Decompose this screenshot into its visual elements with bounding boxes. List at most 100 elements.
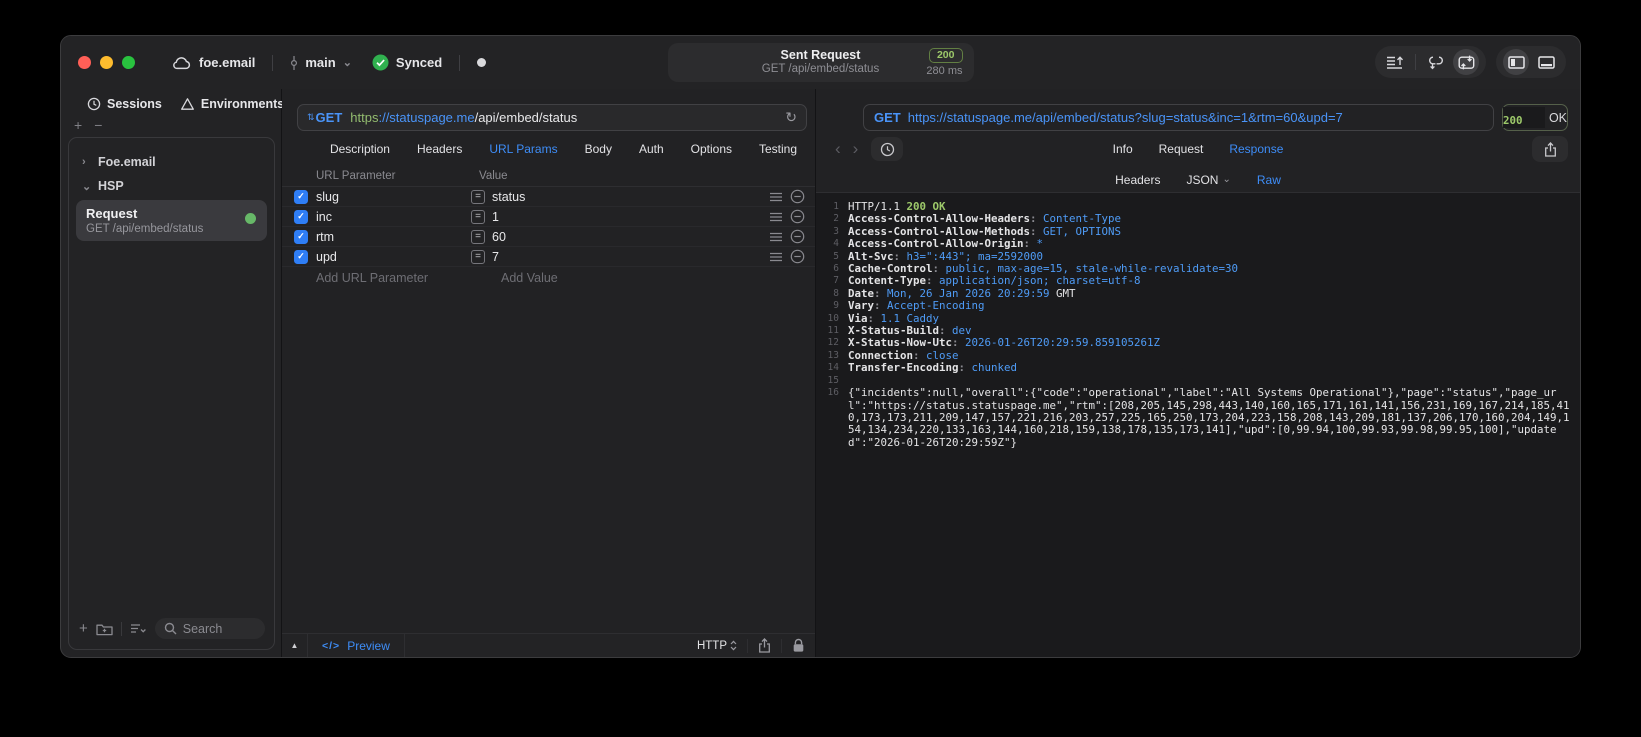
status-badge: 200 — [928, 48, 963, 63]
param-value-input[interactable]: 1 — [485, 210, 770, 224]
url-scheme: https — [350, 110, 379, 125]
drag-handle-icon[interactable] — [770, 192, 782, 202]
param-value-input[interactable]: status — [485, 190, 770, 204]
search-input[interactable]: Search — [154, 618, 265, 639]
unsaved-indicator-dot — [477, 58, 487, 67]
request-url-bar[interactable]: ⇅ GET https://statuspage.me/api/embed/st… — [297, 104, 807, 131]
request-editor-pane: ⇅ GET https://statuspage.me/api/embed/st… — [282, 89, 816, 657]
project-name[interactable]: foe.email — [199, 55, 255, 70]
equals-icon: = — [471, 189, 485, 204]
history-button[interactable] — [871, 137, 904, 161]
branch-name[interactable]: main — [305, 55, 335, 70]
line-number: 5 — [833, 250, 839, 262]
response-subtab-raw[interactable]: Raw — [1257, 173, 1281, 187]
sync-status[interactable]: Synced — [396, 55, 442, 70]
request-list-item-selected[interactable]: Request GET /api/embed/status — [76, 200, 267, 241]
response-body[interactable]: 1 HTTP/1.1 200 OK 2 Access-Control-Allow-He… — [816, 193, 1580, 657]
remove-param-icon[interactable] — [790, 229, 805, 244]
param-name-input[interactable]: upd — [308, 250, 471, 264]
request-footer: ▲ </> Preview HTTP — [282, 633, 815, 657]
param-checkbox[interactable]: ✓ — [294, 249, 308, 264]
tab-environments-label: Environments — [200, 97, 285, 111]
add-param-name-placeholder[interactable]: Add URL Parameter — [316, 271, 501, 285]
response-status-text: OK — [1548, 110, 1567, 125]
project-cluster: foe.email main ⌄ Synced — [171, 54, 487, 71]
toggle-left-panel-button[interactable] — [1503, 49, 1529, 75]
traffic-lights — [78, 56, 135, 69]
param-checkbox[interactable]: ✓ — [294, 189, 308, 204]
remove-param-icon[interactable] — [790, 209, 805, 224]
protocol-label: HTTP — [696, 639, 727, 652]
sort-options-button[interactable] — [130, 623, 147, 635]
share-request-button[interactable] — [748, 638, 781, 653]
param-value-input[interactable]: 7 — [485, 250, 770, 264]
response-url-box[interactable]: GET https://statuspage.me/api/embed/stat… — [863, 104, 1494, 131]
chevron-down-icon[interactable]: ⌄ — [343, 56, 352, 69]
share-response-button[interactable] — [1532, 136, 1568, 162]
param-name-input[interactable]: slug — [308, 190, 471, 204]
line-number: 15 — [827, 374, 839, 386]
share-icon — [1544, 141, 1556, 157]
request-tab-testing[interactable]: Testing — [759, 142, 797, 156]
collapse-panel-button[interactable]: ▲ — [282, 634, 308, 657]
add-param-row[interactable]: Add URL Parameter Add Value — [282, 267, 815, 288]
refresh-icon[interactable]: ↻ — [785, 109, 797, 126]
toolbar-right — [1375, 46, 1566, 78]
drag-handle-icon[interactable] — [770, 232, 782, 242]
minimize-window-button[interactable] — [100, 56, 113, 69]
tab-environments[interactable]: Environments — [180, 97, 284, 111]
url-params-table: URL Parameter Value ✓ slug = status ✓ inc = 1 ✓ r… — [282, 166, 815, 633]
param-name-input[interactable]: rtm — [308, 230, 471, 244]
drag-handle-icon[interactable] — [770, 212, 782, 222]
chevron-down-icon: ⌄ — [1222, 174, 1231, 185]
remove-session-button[interactable]: − — [94, 117, 102, 133]
method-stepper-icon[interactable]: ⇅ — [307, 112, 314, 123]
request-tab-url-params[interactable]: URL Params — [489, 142, 557, 156]
request-tab-options[interactable]: Options — [691, 142, 732, 156]
new-folder-button[interactable] — [96, 622, 113, 636]
add-param-value-placeholder[interactable]: Add Value — [501, 271, 558, 285]
tree-group-foe-email[interactable]: › Foe.email — [74, 150, 269, 174]
param-value-input[interactable]: 60 — [485, 230, 770, 244]
sent-request-pill[interactable]: Sent Request GET /api/embed/status 200 2… — [667, 43, 974, 82]
add-request-button[interactable]: + — [79, 620, 88, 637]
history-forward-button[interactable]: › — [848, 139, 864, 159]
import-export-button[interactable] — [1382, 49, 1408, 75]
history-back-button[interactable]: ‹ — [830, 139, 846, 159]
toggle-bottom-panel-button[interactable] — [1533, 49, 1559, 75]
response-subtab-json[interactable]: JSON ⌄ — [1186, 173, 1230, 187]
param-checkbox[interactable]: ✓ — [294, 209, 308, 224]
lock-button[interactable] — [782, 638, 815, 653]
request-tab-description[interactable]: Description — [330, 142, 390, 156]
share-icon — [759, 638, 770, 653]
protocol-selector[interactable]: HTTP — [687, 640, 747, 652]
resend-button[interactable] — [1453, 49, 1479, 75]
line-number: 4 — [833, 238, 839, 250]
response-subtab-headers[interactable]: Headers — [1115, 173, 1160, 187]
remove-param-icon[interactable] — [790, 249, 805, 264]
response-status-box: 200 OK — [1502, 104, 1568, 131]
response-tab-info[interactable]: Info — [1113, 142, 1133, 156]
request-tab-auth[interactable]: Auth — [639, 142, 664, 156]
drag-handle-icon[interactable] — [770, 252, 782, 262]
zoom-window-button[interactable] — [122, 56, 135, 69]
request-method[interactable]: GET — [316, 110, 343, 125]
code-line: 14 Transfer-Encoding: chunked — [816, 362, 1574, 374]
request-tab-headers[interactable]: Headers — [417, 142, 462, 156]
search-placeholder: Search — [182, 621, 223, 636]
response-tab-request[interactable]: Request — [1159, 142, 1204, 156]
tree-group-hsp[interactable]: ⌄ HSP — [74, 174, 269, 198]
request-tab-body[interactable]: Body — [585, 142, 612, 156]
add-session-button[interactable]: + — [74, 117, 82, 133]
close-window-button[interactable] — [78, 56, 91, 69]
link-down-arrow-icon — [1429, 56, 1443, 69]
tab-sessions[interactable]: Sessions — [87, 97, 162, 111]
column-header-value: Value — [479, 170, 508, 182]
param-checkbox[interactable]: ✓ — [294, 229, 308, 244]
response-tab-response[interactable]: Response — [1229, 142, 1283, 156]
remove-param-icon[interactable] — [790, 189, 805, 204]
link-button[interactable] — [1423, 49, 1449, 75]
equals-icon: = — [471, 209, 485, 224]
param-name-input[interactable]: inc — [308, 210, 471, 224]
preview-button[interactable]: </> Preview — [308, 634, 405, 657]
